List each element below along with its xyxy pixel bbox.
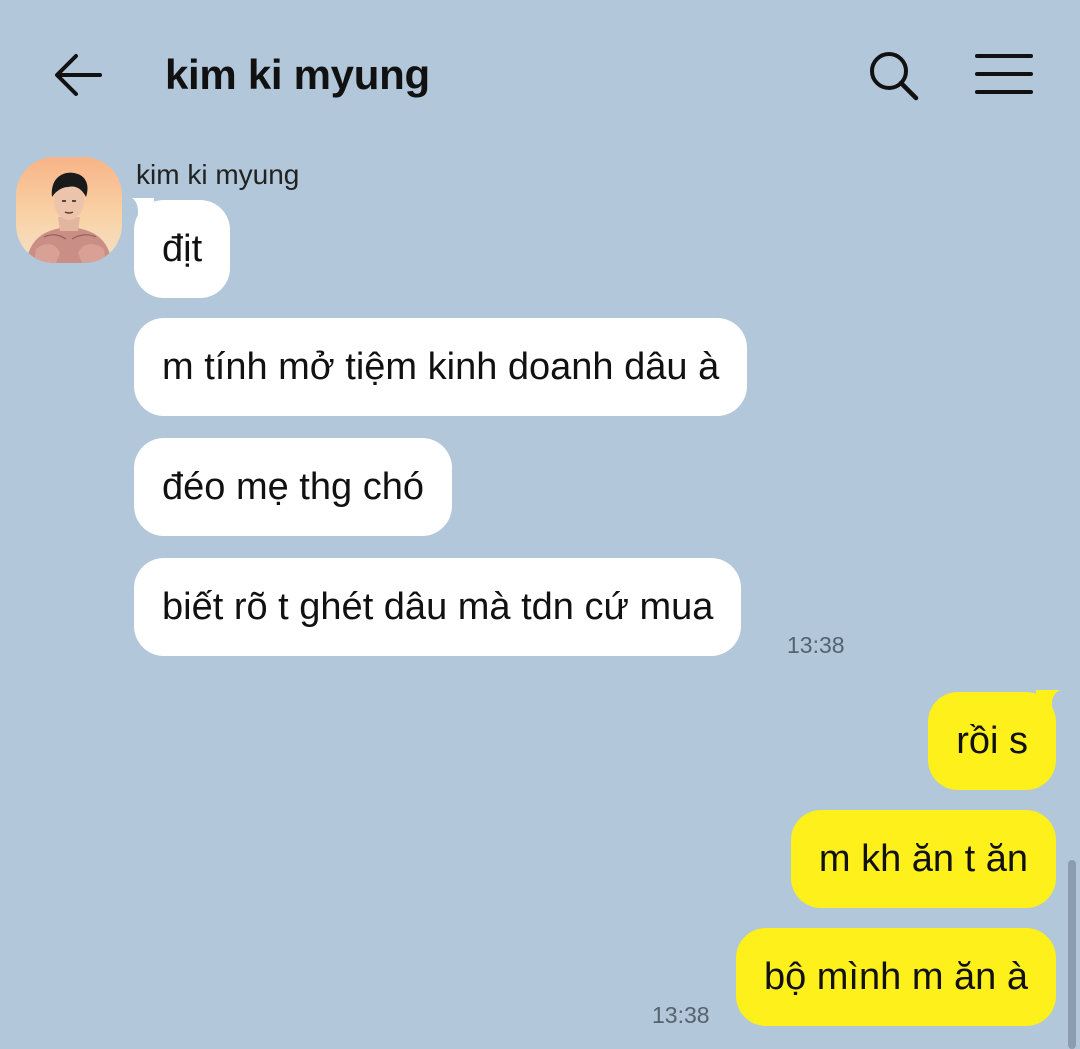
scrollbar[interactable]	[1068, 860, 1076, 1049]
arrow-left-icon	[55, 54, 102, 96]
back-button[interactable]	[48, 44, 112, 108]
search-icon	[870, 52, 919, 101]
incoming-message[interactable]: đéo mẹ thg chó	[134, 438, 452, 536]
chat-header: kim ki myung	[0, 0, 1080, 150]
menu-button[interactable]	[970, 44, 1038, 108]
avatar[interactable]	[16, 157, 122, 263]
outgoing-message[interactable]: rồi s	[928, 692, 1056, 790]
outgoing-message[interactable]: m kh ăn t ăn	[790, 810, 1056, 908]
incoming-message[interactable]: biết rõ t ghét dâu mà tdn cứ mua	[134, 558, 742, 656]
sender-name: kim ki myung	[136, 159, 300, 190]
profile-picture-icon	[16, 157, 122, 263]
incoming-message[interactable]: m tính mở tiệm kinh doanh dâu à	[134, 318, 748, 416]
chat-title: kim ki myung	[165, 51, 430, 98]
hamburger-menu-icon	[975, 54, 1033, 94]
message-timestamp: 13:38	[787, 632, 845, 658]
search-button[interactable]	[862, 44, 926, 108]
message-timestamp: 13:38	[652, 1002, 710, 1028]
incoming-message[interactable]: địt	[134, 200, 231, 298]
outgoing-message[interactable]: bộ mình m ăn à	[735, 928, 1056, 1026]
